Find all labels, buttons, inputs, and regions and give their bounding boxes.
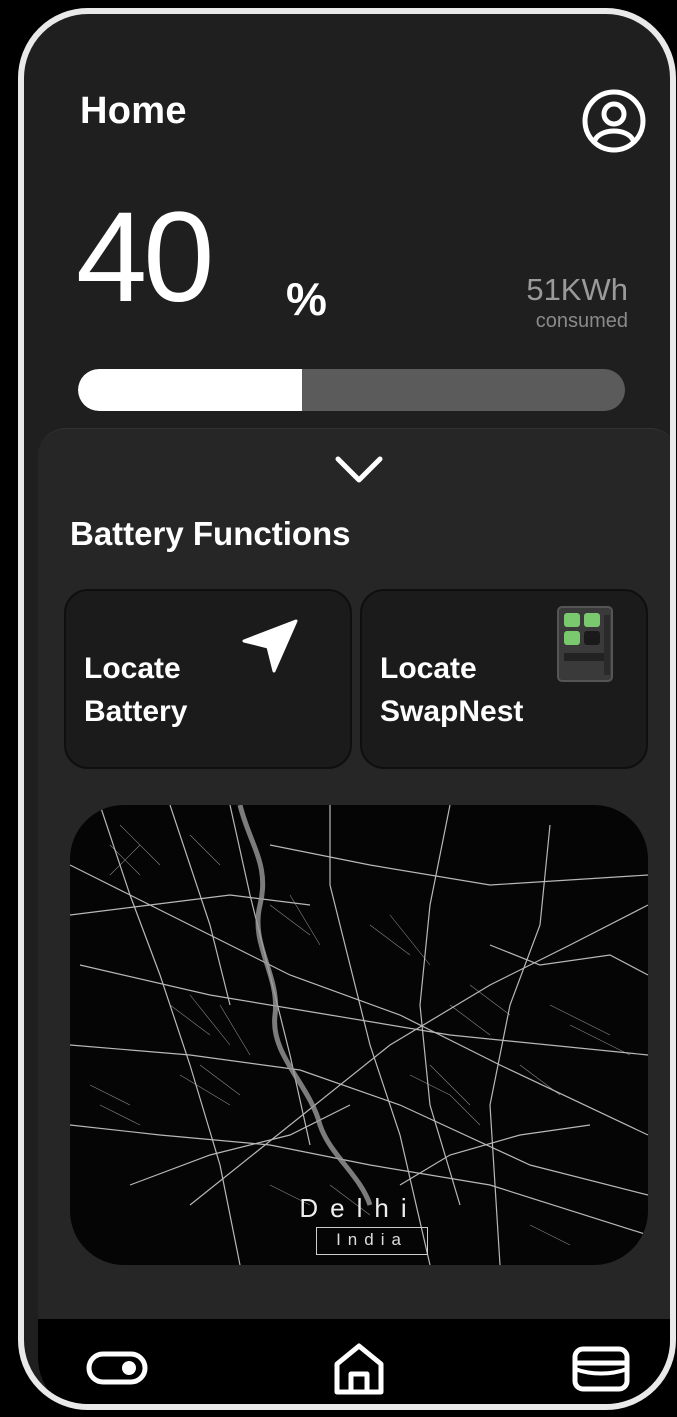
- locate-swapnest-button[interactable]: Locate SwapNest: [360, 589, 648, 769]
- map-country-label: India: [336, 1230, 408, 1249]
- locate-swapnest-label: Locate SwapNest: [380, 652, 524, 728]
- locate-battery-label: Locate Battery: [84, 652, 188, 728]
- bottom-nav: [38, 1319, 670, 1404]
- navigation-arrow-icon: [238, 615, 302, 679]
- battery-functions-panel: Battery Functions Locate Battery Locate …: [38, 428, 670, 1328]
- map-country-badge: India: [316, 1227, 428, 1255]
- nav-home-button[interactable]: [324, 1335, 394, 1401]
- battery-progress-bar: [78, 369, 625, 411]
- map-city-label: Delhi: [299, 1193, 419, 1223]
- locate-battery-button[interactable]: Locate Battery: [64, 589, 352, 769]
- battery-percent: 40: [76, 186, 214, 329]
- page-title: Home: [80, 90, 187, 132]
- home-icon: [334, 1343, 384, 1395]
- energy-consumed-value: 51KWh: [526, 272, 628, 307]
- toggle-icon: [86, 1351, 148, 1385]
- battery-progress-fill: [78, 369, 303, 411]
- chevron-down-icon[interactable]: [332, 453, 386, 487]
- swapnest-station-icon: [556, 605, 614, 683]
- percent-sign: %: [286, 273, 327, 325]
- energy-consumed-label: consumed: [535, 310, 628, 332]
- map-view[interactable]: Delhi India: [70, 805, 648, 1265]
- wallet-icon: [572, 1346, 630, 1392]
- section-title: Battery Functions: [70, 515, 351, 552]
- nav-wallet-button[interactable]: [566, 1335, 636, 1401]
- phone-frame: Home 40 % 51KWh consumed Battery Functio…: [18, 8, 676, 1410]
- profile-icon[interactable]: [581, 88, 647, 154]
- nav-toggle-button[interactable]: [82, 1335, 152, 1401]
